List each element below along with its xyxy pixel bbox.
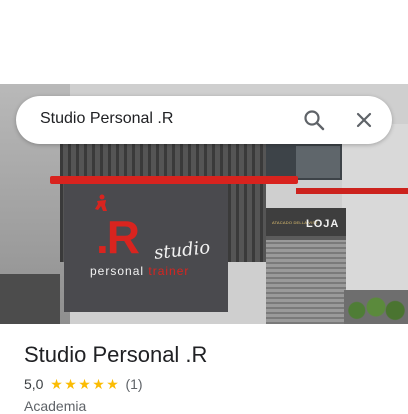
logo-personal-text: personal	[90, 264, 145, 278]
photo-store-shutter	[266, 240, 346, 324]
place-title: Studio Personal .R	[24, 342, 208, 367]
star-icon: ★	[50, 376, 63, 392]
close-icon[interactable]	[352, 108, 376, 132]
rating-row[interactable]: 5,0 ★ ★ ★ ★ ★ (1)	[24, 376, 143, 392]
top-blank-area	[0, 0, 408, 84]
photo-red-canopy-right	[296, 188, 408, 194]
photo-ground-left	[0, 274, 60, 324]
star-icon: ★	[78, 376, 91, 392]
photo-plants	[344, 290, 408, 324]
star-icon: ★	[64, 376, 77, 392]
star-icon: ★	[92, 376, 105, 392]
star-rating: ★ ★ ★ ★ ★	[49, 377, 119, 391]
logo-trainer-text: trainer	[148, 264, 190, 278]
search-icon[interactable]	[302, 108, 326, 132]
store-name-text: LOJA	[306, 218, 340, 230]
rating-value: 5,0	[24, 376, 44, 392]
photo-red-canopy	[50, 176, 298, 184]
search-input[interactable]: Studio Personal .R	[40, 110, 173, 128]
photo-window-pane	[296, 146, 340, 178]
star-icon: ★	[106, 376, 119, 392]
logo-subtitle: personal trainer	[90, 264, 189, 278]
review-count[interactable]: (1)	[125, 376, 142, 392]
place-category: Academia	[24, 398, 87, 414]
search-bar[interactable]: Studio Personal .R	[16, 96, 392, 144]
logo-letter: .R	[96, 211, 140, 263]
